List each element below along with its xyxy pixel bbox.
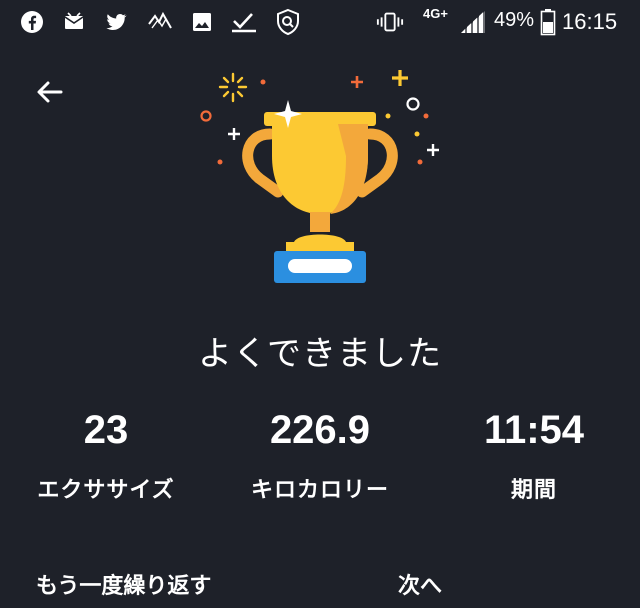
trophy-icon <box>190 64 450 292</box>
battery-percent: 49% <box>494 9 535 31</box>
stat-calories: 226.9 キロカロリー <box>220 404 420 504</box>
next-button[interactable]: 次へ <box>398 568 442 600</box>
stat-value: 226.9 <box>269 408 371 452</box>
stat-label: キロカロリー <box>250 478 389 503</box>
stat-value: 23 <box>83 408 129 452</box>
signal-icon <box>459 8 487 36</box>
back-button[interactable] <box>28 72 72 116</box>
status-bar: 4G+ 49% 16:15 <box>0 0 640 44</box>
stat-value: 11:54 <box>483 408 585 452</box>
battery-icon <box>534 8 562 36</box>
network-type: 4G+ <box>423 6 448 21</box>
stat-exercises: 23 エクササイズ <box>6 404 206 504</box>
stat-duration: 11:54 期間 <box>434 404 634 504</box>
vibrate-icon <box>376 8 404 36</box>
stat-label: 期間 <box>510 478 557 503</box>
facebook-icon <box>18 8 46 36</box>
app-icon <box>146 8 174 36</box>
clock-time: 16:15 <box>562 9 618 34</box>
mail-icon <box>60 8 88 36</box>
bottom-actions: もう一度繰り返す 次へ <box>0 568 640 608</box>
repeat-button[interactable]: もう一度繰り返す <box>36 568 211 600</box>
arrow-left-icon <box>34 76 66 112</box>
check-icon <box>230 8 258 36</box>
shield-search-icon <box>274 8 302 36</box>
stat-label: エクササイズ <box>37 478 175 503</box>
congrats-title: よくできました <box>198 334 442 374</box>
twitter-icon <box>102 8 130 36</box>
image-icon <box>188 8 216 36</box>
